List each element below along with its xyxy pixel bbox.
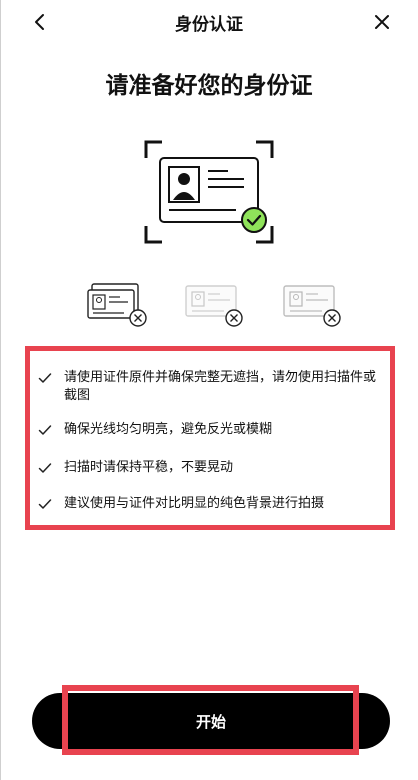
tip-item: 确保光线均匀明亮，避免反光或模糊 bbox=[38, 421, 378, 439]
sample-id-card-3 bbox=[283, 285, 341, 327]
check-icon bbox=[38, 499, 52, 509]
tip-text: 请使用证件原件并确保完整无遮挡，请勿使用扫描件或截图 bbox=[64, 370, 377, 403]
check-icon bbox=[38, 463, 52, 473]
tip-item: 建议使用与证件对比明显的纯色背景进行拍摄 bbox=[38, 495, 378, 513]
sample-thumbnails bbox=[80, 282, 350, 332]
tip-text: 建议使用与证件对比明显的纯色背景进行拍摄 bbox=[64, 496, 325, 511]
start-button-highlight bbox=[62, 685, 359, 755]
tip-item: 扫描时请保持平稳，不要晃动 bbox=[38, 459, 378, 477]
sample-id-card-2 bbox=[185, 285, 243, 327]
left-edge-divider bbox=[0, 0, 1, 780]
tip-item: 请使用证件原件并确保完整无遮挡，请勿使用扫描件或截图 bbox=[38, 369, 378, 405]
top-bar: 身份认证 bbox=[0, 0, 418, 44]
close-button[interactable] bbox=[368, 8, 396, 36]
check-icon bbox=[38, 425, 52, 435]
id-card-illustration bbox=[144, 140, 274, 244]
tip-text: 扫描时请保持平稳，不要晃动 bbox=[64, 460, 234, 475]
tip-text: 确保光线均匀明亮，避免反光或模糊 bbox=[64, 422, 273, 437]
sample-id-card-1 bbox=[87, 283, 147, 327]
check-icon bbox=[38, 373, 52, 383]
headline: 请准备好您的身份证 bbox=[105, 73, 313, 99]
page-title: 身份认证 bbox=[175, 15, 243, 35]
close-icon bbox=[375, 15, 389, 29]
tips-list: 请使用证件原件并确保完整无遮挡，请勿使用扫描件或截图 确保光线均匀明亮，避免反光… bbox=[25, 346, 395, 530]
